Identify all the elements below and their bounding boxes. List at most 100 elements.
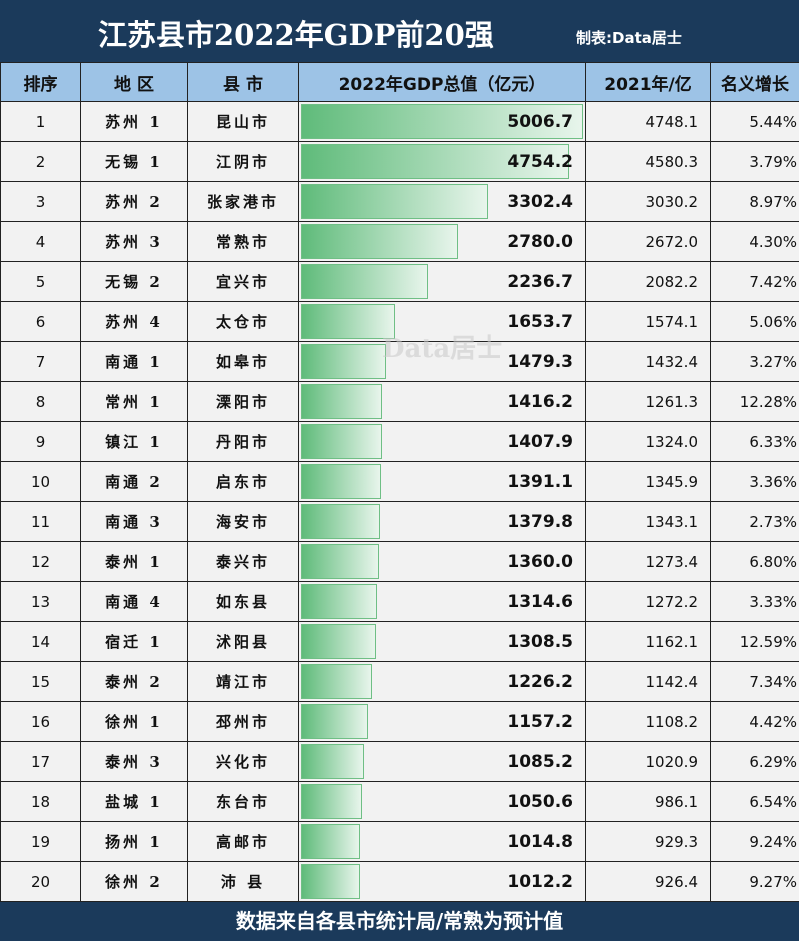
rank-cell: 4 (0, 221, 81, 262)
gdp-data-bar (301, 824, 360, 859)
region-cell: 宿迁 1 (80, 621, 188, 662)
gdp-2022-cell: 2236.7 (298, 261, 586, 302)
gdp-value: 1014.8 (507, 831, 573, 852)
region-cell: 扬州 1 (80, 821, 188, 862)
rank-cell: 8 (0, 381, 81, 422)
rank-cell: 3 (0, 181, 81, 222)
gdp-value: 4754.2 (507, 151, 573, 172)
region-cell: 泰州 1 (80, 541, 188, 582)
table-row: 4 苏州 3 常熟市 2780.0 2672.0 4.30% (0, 221, 799, 262)
city-cell: 宜兴市 (187, 261, 299, 302)
gdp-2021-cell: 986.1 (585, 781, 711, 822)
growth-cell: 12.28% (710, 381, 799, 422)
table-row: 12 泰州 1 泰兴市 1360.0 1273.4 6.80% (0, 541, 799, 582)
growth-cell: 2.73% (710, 501, 799, 542)
table-row: 19 扬州 1 高邮市 1014.8 929.3 9.24% (0, 821, 799, 862)
growth-cell: 6.29% (710, 741, 799, 782)
table-row: 3 苏州 2 张家港市 3302.4 3030.2 8.97% (0, 181, 799, 222)
table-row: 2 无锡 1 江阴市 4754.2 4580.3 3.79% (0, 141, 799, 182)
gdp-2021-cell: 3030.2 (585, 181, 711, 222)
gdp-2021-cell: 2082.2 (585, 261, 711, 302)
gdp-2022-cell: 1416.2 (298, 381, 586, 422)
gdp-2022-cell: 1085.2 (298, 741, 586, 782)
region-cell: 盐城 1 (80, 781, 188, 822)
gdp-value: 1360.0 (507, 551, 573, 572)
gdp-2021-cell: 1343.1 (585, 501, 711, 542)
gdp-data-bar (301, 864, 360, 899)
rank-cell: 15 (0, 661, 81, 702)
rank-cell: 2 (0, 141, 81, 182)
gdp-value: 1391.1 (507, 471, 573, 492)
rank-cell: 14 (0, 621, 81, 662)
gdp-2022-cell: 1012.2 (298, 861, 586, 902)
table-row: 1 苏州 1 昆山市 5006.7 4748.1 5.44% (0, 101, 799, 142)
region-cell: 苏州 2 (80, 181, 188, 222)
table-row: 16 徐州 1 邳州市 1157.2 1108.2 4.42% (0, 701, 799, 742)
gdp-data-bar (301, 424, 382, 459)
gdp-table: 排序地 区县 市 2022年GDP总值（亿元） 2021年/亿 名义增长 1 苏州 1昆… (0, 62, 799, 902)
gdp-value: 1479.3 (507, 351, 573, 372)
growth-cell: 5.44% (710, 101, 799, 142)
city-cell: 高邮市 (187, 821, 299, 862)
gdp-2022-cell: 3302.4 (298, 181, 586, 222)
rank-cell: 12 (0, 541, 81, 582)
gdp-value: 1050.6 (507, 791, 573, 812)
gdp-2021-cell: 1272.2 (585, 581, 711, 622)
city-cell: 沛 县 (187, 861, 299, 902)
gdp-data-bar (301, 384, 383, 419)
column-header: 地 区 (80, 62, 188, 102)
title-bar: 江苏县市2022年GDP前20强 制表:Data居士 (0, 0, 799, 62)
column-header: 2022年GDP总值（亿元） (298, 62, 586, 102)
region-cell: 常州 1 (80, 381, 188, 422)
growth-cell: 8.97% (710, 181, 799, 222)
city-cell: 常熟市 (187, 221, 299, 262)
gdp-data-bar (301, 464, 381, 499)
city-cell: 丹阳市 (187, 421, 299, 462)
gdp-data-bar (301, 784, 362, 819)
gdp-2021-cell: 4580.3 (585, 141, 711, 182)
growth-cell: 5.06% (710, 301, 799, 342)
city-cell: 泰兴市 (187, 541, 299, 582)
region-cell: 无锡 1 (80, 141, 188, 182)
city-cell: 邳州市 (187, 701, 299, 742)
growth-cell: 12.59% (710, 621, 799, 662)
city-cell: 东台市 (187, 781, 299, 822)
gdp-2021-cell: 4748.1 (585, 101, 711, 142)
gdp-2022-cell: 1050.6 (298, 781, 586, 822)
gdp-2022-cell: 1308.5 (298, 621, 586, 662)
table-row: 10 南通 2 启东市 1391.1 1345.9 3.36% (0, 461, 799, 502)
city-cell: 江阴市 (187, 141, 299, 182)
gdp-2022-cell: 1407.9 (298, 421, 586, 462)
city-cell: 太仓市 (187, 301, 299, 342)
gdp-value: 2780.0 (507, 231, 573, 252)
city-cell: 沭阳县 (187, 621, 299, 662)
growth-cell: 9.24% (710, 821, 799, 862)
region-cell: 徐州 1 (80, 701, 188, 742)
gdp-2022-cell: 1360.0 (298, 541, 586, 582)
growth-cell: 6.33% (710, 421, 799, 462)
city-cell: 溧阳市 (187, 381, 299, 422)
table-row: 17 泰州 3 兴化市 1085.2 1020.9 6.29% (0, 741, 799, 782)
table-row: 20 徐州 2沛 县 1012.2 926.4 9.27% (0, 861, 799, 902)
region-cell: 苏州 4 (80, 301, 188, 342)
gdp-2022-cell: 1391.1 (298, 461, 586, 502)
rank-cell: 11 (0, 501, 81, 542)
gdp-2022-cell: 1157.2 (298, 701, 586, 742)
gdp-2021-cell: 1432.4 (585, 341, 711, 382)
gdp-value: 1314.6 (507, 591, 573, 612)
gdp-2021-cell: 1020.9 (585, 741, 711, 782)
rank-cell: 19 (0, 821, 81, 862)
city-cell: 启东市 (187, 461, 299, 502)
region-cell: 苏州 1 (80, 101, 188, 142)
gdp-data-bar (301, 504, 381, 539)
region-cell: 镇江 1 (80, 421, 188, 462)
gdp-2022-cell: 1226.2 (298, 661, 586, 702)
growth-cell: 3.27% (710, 341, 799, 382)
table-row: 5 无锡 2 宜兴市 2236.7 2082.2 7.42% (0, 261, 799, 302)
city-cell: 海安市 (187, 501, 299, 542)
rank-cell: 6 (0, 301, 81, 342)
column-header: 排序 (0, 62, 81, 102)
table-row: 8 常州 1 溧阳市 1416.2 1261.3 12.28% (0, 381, 799, 422)
column-header: 县 市 (187, 62, 299, 102)
rank-cell: 5 (0, 261, 81, 302)
